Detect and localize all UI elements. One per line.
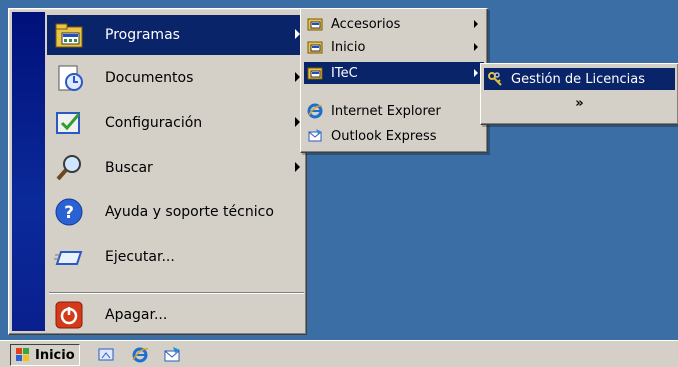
program-group-icon: [307, 65, 323, 81]
start-menu-item-label: Configuración: [105, 115, 203, 131]
windows-logo-icon: [15, 347, 31, 363]
start-menu-item-label: Documentos: [105, 70, 194, 86]
help-icon: ?: [53, 196, 85, 228]
internet-explorer-icon: [307, 103, 323, 119]
start-menu-item-documents[interactable]: Documentos: [47, 58, 304, 98]
svg-text:?: ?: [64, 203, 74, 223]
programs-item-label: Inicio: [331, 39, 366, 55]
submenu-arrow-icon: [295, 162, 300, 172]
itec-item-license-manager[interactable]: Gestión de Licencias: [484, 68, 675, 90]
expand-menu-chevron-icon[interactable]: »: [484, 94, 675, 114]
start-button-label: Inicio: [35, 347, 75, 363]
programs-item-label: Internet Explorer: [331, 103, 441, 119]
internet-explorer-icon[interactable]: [131, 346, 149, 364]
run-icon: [53, 241, 85, 273]
settings-icon: [53, 107, 85, 139]
start-menu: Programas Documentos Configuración Busca…: [8, 8, 307, 335]
programs-submenu: Accesorios Inicio ITeC Internet Explorer…: [300, 8, 488, 153]
start-menu-item-label: Programas: [105, 27, 180, 43]
start-menu-item-shutdown[interactable]: Apagar...: [47, 295, 304, 335]
outlook-express-icon: [307, 128, 323, 144]
start-menu-banner: [12, 12, 45, 331]
programs-item-label: Accesorios: [331, 16, 401, 32]
programs-folder-icon: [53, 19, 85, 51]
start-menu-item-label: Ayuda y soporte técnico: [105, 204, 274, 220]
submenu-arrow-icon: [474, 43, 478, 51]
start-menu-item-programs[interactable]: Programas: [47, 15, 304, 55]
submenu-arrow-icon: [474, 69, 478, 77]
program-group-icon: [307, 16, 323, 32]
programs-item-internet-explorer[interactable]: Internet Explorer: [304, 100, 484, 122]
start-menu-item-label: Ejecutar...: [105, 249, 175, 265]
menu-separator: [49, 292, 304, 294]
submenu-arrow-icon: [474, 20, 478, 28]
programs-item-label: ITeC: [331, 65, 358, 81]
program-group-icon: [307, 39, 323, 55]
itec-submenu: Gestión de Licencias »: [480, 63, 678, 125]
start-menu-item-label: Buscar: [105, 160, 153, 176]
programs-item-label: Outlook Express: [331, 128, 437, 144]
programs-item-inicio[interactable]: Inicio: [304, 36, 484, 58]
programs-item-outlook-express[interactable]: Outlook Express: [304, 125, 484, 147]
documents-icon: [53, 62, 85, 94]
programs-item-accessories[interactable]: Accesorios: [304, 13, 484, 35]
shutdown-icon: [53, 299, 85, 331]
outlook-express-icon[interactable]: [163, 346, 181, 364]
show-desktop-icon[interactable]: [97, 346, 115, 364]
start-menu-item-settings[interactable]: Configuración: [47, 103, 304, 143]
itec-item-label: Gestión de Licencias: [511, 71, 645, 87]
start-menu-item-run[interactable]: Ejecutar...: [47, 237, 304, 277]
taskbar: Inicio: [0, 340, 678, 367]
start-button[interactable]: Inicio: [10, 344, 80, 366]
start-menu-item-search[interactable]: Buscar: [47, 148, 304, 188]
start-menu-item-label: Apagar...: [105, 307, 168, 323]
programs-item-itec[interactable]: ITeC: [304, 62, 484, 84]
search-icon: [53, 152, 85, 184]
start-menu-item-help[interactable]: ? Ayuda y soporte técnico: [47, 192, 304, 232]
keys-icon: [487, 71, 503, 87]
